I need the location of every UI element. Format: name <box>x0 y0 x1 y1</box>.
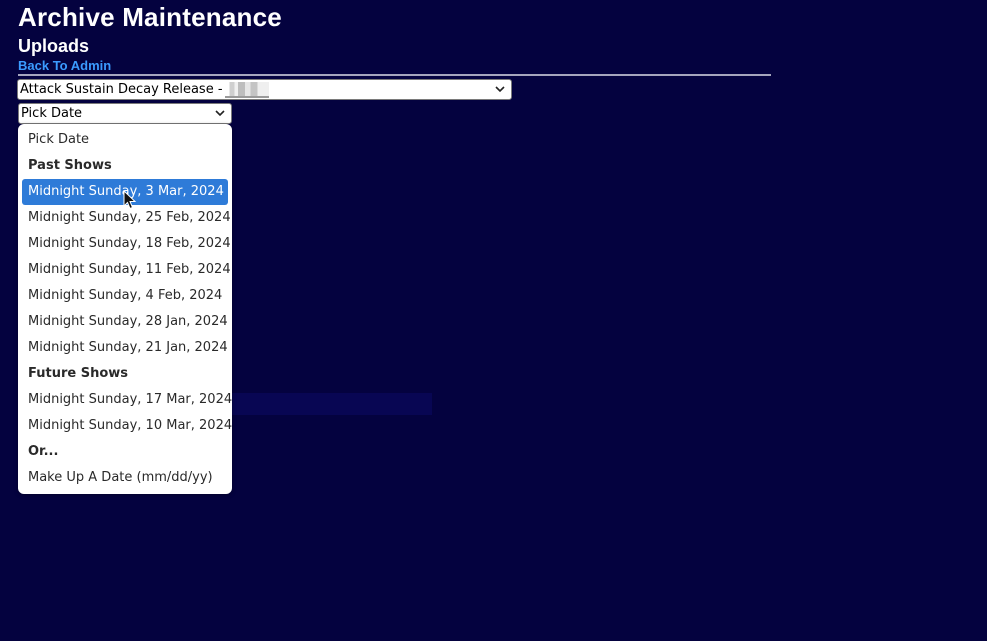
chevron-down-icon <box>495 86 505 93</box>
optgroup-or: Or... <box>28 444 59 459</box>
option-past-show[interactable]: Midnight Sunday, 28 Jan, 2024 <box>22 309 228 335</box>
background-bar <box>232 393 432 415</box>
optgroup-past-shows: Past Shows <box>28 158 112 173</box>
option-pick-date[interactable]: Pick Date <box>22 127 228 153</box>
redacted-text <box>224 81 269 98</box>
optgroup-future-shows: Future Shows <box>28 366 129 381</box>
date-dropdown-list: Pick Date Past Shows Midnight Sunday, 3 … <box>18 124 232 494</box>
option-past-show[interactable]: Midnight Sunday, 11 Feb, 2024 <box>22 257 231 283</box>
option-past-show[interactable]: Midnight Sunday, 25 Feb, 2024 <box>22 205 231 231</box>
section-title: Uploads <box>18 36 90 56</box>
date-select-value: Pick Date <box>21 106 83 121</box>
option-past-show[interactable]: Midnight Sunday, 21 Jan, 2024 <box>22 335 228 361</box>
divider <box>18 74 771 76</box>
page-title: Archive Maintenance <box>18 2 282 32</box>
option-future-show[interactable]: Midnight Sunday, 17 Mar, 2024 <box>22 387 232 413</box>
option-past-show[interactable]: Midnight Sunday, 18 Feb, 2024 <box>22 231 231 257</box>
option-past-show[interactable]: Midnight Sunday, 3 Mar, 2024 <box>22 179 228 205</box>
archive-maintenance-page: Archive Maintenance Uploads Back To Admi… <box>0 0 987 641</box>
show-select-value: Attack Sustain Decay Release - <box>20 82 223 97</box>
option-past-show[interactable]: Midnight Sunday, 4 Feb, 2024 <box>22 283 228 309</box>
chevron-down-icon <box>215 110 225 117</box>
date-select[interactable]: Pick Date <box>18 103 232 124</box>
option-future-show[interactable]: Midnight Sunday, 10 Mar, 2024 <box>22 413 232 439</box>
option-make-up-date[interactable]: Make Up A Date (mm/dd/yy) <box>22 465 228 491</box>
back-to-admin-link[interactable]: Back To Admin <box>18 58 111 73</box>
show-select[interactable]: Attack Sustain Decay Release - <box>17 79 512 100</box>
